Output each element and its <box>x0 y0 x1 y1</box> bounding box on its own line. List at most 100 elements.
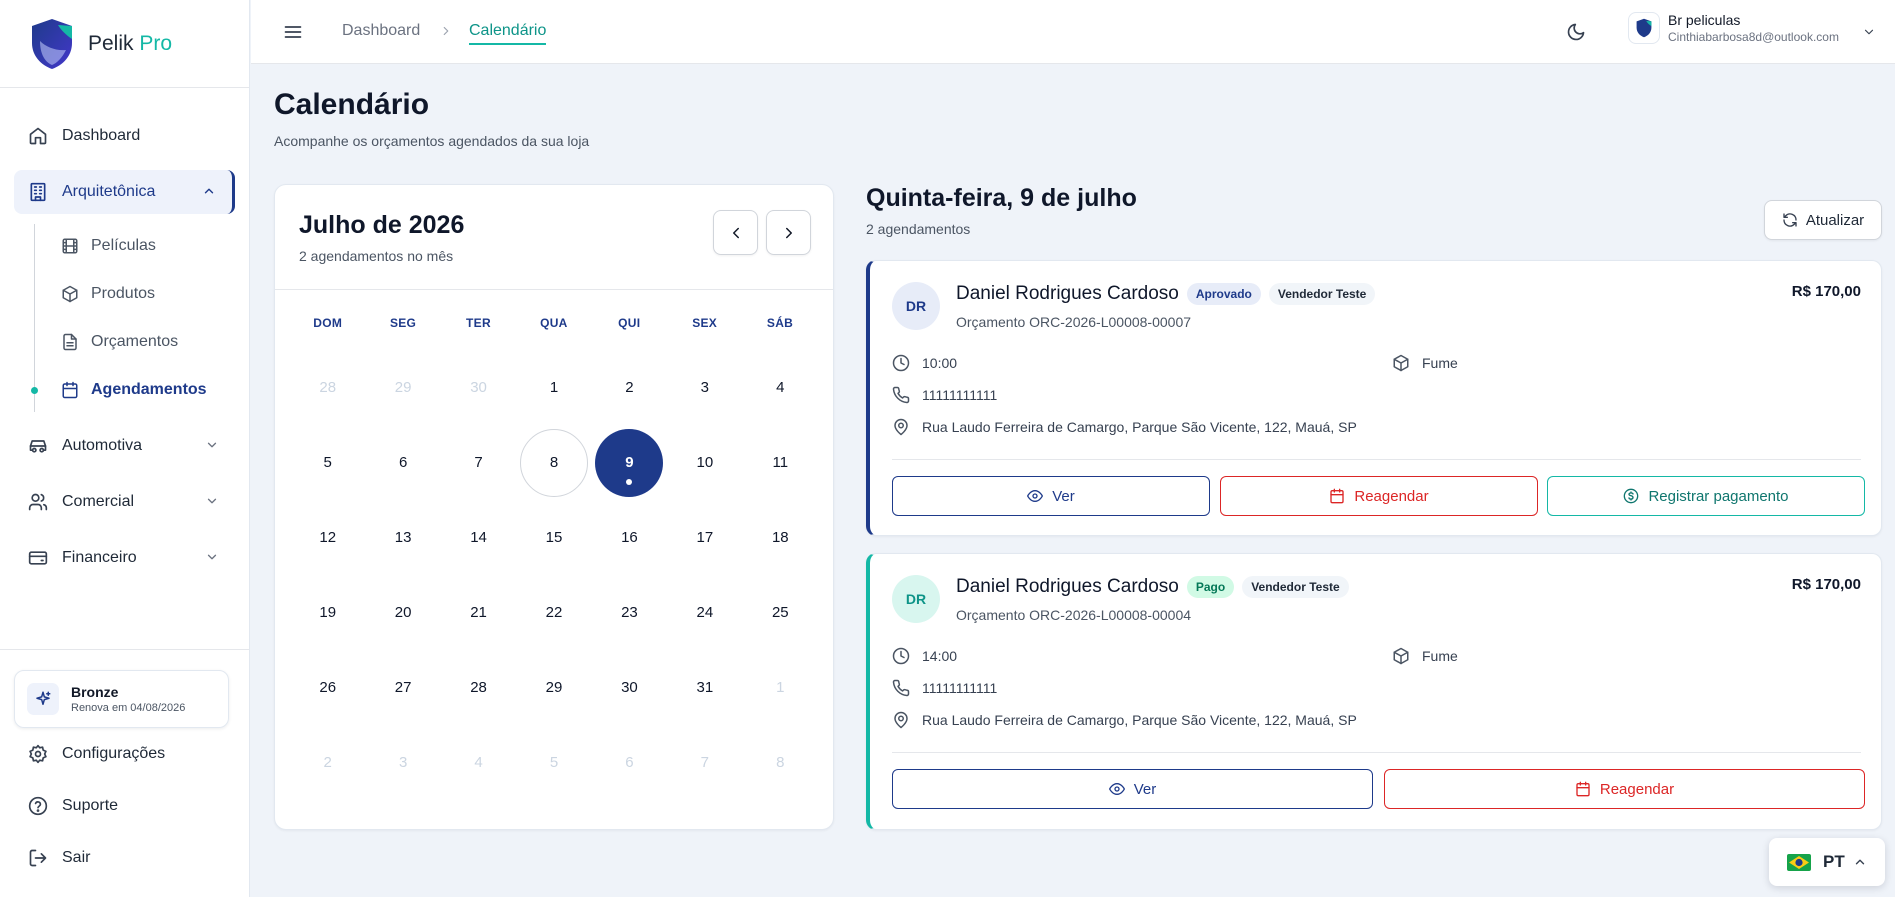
chevron-left-icon <box>732 227 739 238</box>
plan-card[interactable]: Bronze Renova em 04/08/2026 <box>14 670 229 728</box>
calendar-day: 31 <box>667 650 742 725</box>
calendar-day-button[interactable]: 8 <box>519 428 588 497</box>
calendar-day: 3 <box>667 350 742 425</box>
calendar-day-button[interactable]: 31 <box>671 654 739 722</box>
users-icon <box>28 492 48 512</box>
calendar-day-button[interactable]: 14 <box>445 504 513 572</box>
calendar-icon <box>61 381 79 399</box>
calendar-day-button[interactable]: 3 <box>369 729 437 797</box>
calendar-day-button[interactable]: 4 <box>445 729 513 797</box>
user-menu[interactable]: Br peliculas Cinthiabarbosa8d@outlook.co… <box>1628 12 1839 44</box>
chevron-down-icon <box>207 498 217 504</box>
calendar-day-button[interactable]: 9 <box>595 428 664 497</box>
calendar-day-button[interactable]: 2 <box>294 729 362 797</box>
refresh-button[interactable]: Atualizar <box>1764 200 1882 240</box>
home-icon <box>28 126 48 146</box>
sidebar-item-agendamentos[interactable]: Agendamentos <box>31 372 249 408</box>
calendar-day-button[interactable]: 30 <box>595 654 663 722</box>
calendar-day-button[interactable]: 1 <box>520 354 588 422</box>
appointment-phone: 11111111111 <box>892 679 997 697</box>
logout-link[interactable]: Sair <box>0 832 249 884</box>
calendar-day-button[interactable]: 3 <box>671 354 739 422</box>
sidebar-item-comercial[interactable]: Comercial <box>14 480 235 524</box>
calendar-day-button[interactable]: 20 <box>369 579 437 647</box>
calendar-day: 30 <box>441 350 516 425</box>
hamburger-menu-icon[interactable] <box>283 22 303 42</box>
calendar-day-button[interactable]: 25 <box>746 579 814 647</box>
calendar-day-button[interactable]: 28 <box>445 654 513 722</box>
calendar-day: 6 <box>365 425 440 500</box>
calendar-month: Julho de 2026 <box>299 211 465 239</box>
calendar-day-button[interactable]: 15 <box>520 504 588 572</box>
brazil-flag-icon <box>1787 853 1811 871</box>
calendar-day: 15 <box>516 500 591 575</box>
view-button[interactable]: Ver <box>892 476 1210 516</box>
weekday-header: DOM SEG TER QUA QUI SEX SÁB <box>290 316 818 330</box>
calendar-day-button[interactable]: 22 <box>520 579 588 647</box>
sidebar-item-orcamentos[interactable]: Orçamentos <box>35 324 249 360</box>
wallet-icon <box>28 548 48 568</box>
view-button[interactable]: Ver <box>892 769 1373 809</box>
settings-link[interactable]: Configurações <box>0 728 249 780</box>
plan-renewal: Renova em 04/08/2026 <box>71 702 186 714</box>
calendar-day-button[interactable]: 6 <box>595 729 663 797</box>
language-switcher[interactable]: PT <box>1769 838 1885 886</box>
calendar-day-button[interactable]: 27 <box>369 654 437 722</box>
sidebar-item-produtos[interactable]: Produtos <box>35 276 249 312</box>
calendar-day: 4 <box>441 725 516 800</box>
prev-month-button[interactable] <box>713 210 758 255</box>
sidebar-item-financeiro[interactable]: Financeiro <box>14 536 235 580</box>
calendar-day-button[interactable]: 2 <box>595 354 663 422</box>
calendar-day-button[interactable]: 12 <box>294 504 362 572</box>
calendar-day-button[interactable]: 1 <box>746 654 814 722</box>
calendar-day-button[interactable]: 24 <box>671 579 739 647</box>
calendar-day-button[interactable]: 6 <box>369 429 437 497</box>
appointment-card: DR Daniel Rodrigues Cardoso Aprovado Ven… <box>866 260 1882 536</box>
calendar-day-button[interactable]: 21 <box>445 579 513 647</box>
seller-badge: Vendedor Teste <box>1268 283 1376 305</box>
refresh-icon <box>1783 213 1797 227</box>
moon-icon[interactable] <box>1566 22 1586 42</box>
weekday-label: SEX <box>692 316 718 330</box>
calendar-day-button[interactable]: 26 <box>294 654 362 722</box>
calendar-day: 6 <box>592 725 667 800</box>
register-payment-button[interactable]: Registrar pagamento <box>1547 476 1865 516</box>
calendar-day-button[interactable]: 7 <box>445 429 513 497</box>
calendar-day-button[interactable]: 16 <box>595 504 663 572</box>
calendar-day-button[interactable]: 8 <box>746 729 814 797</box>
calendar-day-button[interactable]: 5 <box>294 429 362 497</box>
quote-number: Orçamento ORC-2026-L00008-00007 <box>956 314 1192 330</box>
calendar-day-button[interactable]: 23 <box>595 579 663 647</box>
calendar-day: 18 <box>743 500 818 575</box>
reschedule-button[interactable]: Reagendar <box>1384 769 1865 809</box>
reschedule-button[interactable]: Reagendar <box>1220 476 1538 516</box>
calendar-day-button[interactable]: 29 <box>369 354 437 422</box>
support-link[interactable]: Suporte <box>0 780 249 832</box>
sidebar-item-arquitetonica[interactable]: Arquitetônica <box>14 170 235 214</box>
calendar-day-button[interactable]: 18 <box>746 504 814 572</box>
chevron-down-icon <box>207 554 217 560</box>
appointment-address: Rua Laudo Ferreira de Camargo, Parque Sã… <box>892 711 1357 729</box>
appointment-phone: 11111111111 <box>892 386 997 404</box>
calendar-day-button[interactable]: 11 <box>746 429 814 497</box>
calendar-day-button[interactable]: 7 <box>671 729 739 797</box>
chevron-down-icon[interactable] <box>1862 25 1876 39</box>
eye-icon <box>1027 490 1044 502</box>
calendar-day-button[interactable]: 5 <box>520 729 588 797</box>
calendar-day-button[interactable]: 29 <box>520 654 588 722</box>
sidebar-item-automotiva[interactable]: Automotiva <box>14 424 235 468</box>
building-icon <box>28 182 48 202</box>
calendar-day-button[interactable]: 30 <box>445 354 513 422</box>
brand[interactable]: Pelik Pro <box>0 0 249 88</box>
sidebar-item-dashboard[interactable]: Dashboard <box>14 114 235 158</box>
breadcrumb-dashboard[interactable]: Dashboard <box>342 22 420 40</box>
calendar-day-button[interactable]: 10 <box>671 429 739 497</box>
calendar-day-button[interactable]: 17 <box>671 504 739 572</box>
calendar-day-button[interactable]: 19 <box>294 579 362 647</box>
sidebar-item-peliculas[interactable]: Películas <box>35 228 249 264</box>
logout-icon <box>28 848 48 868</box>
calendar-day-button[interactable]: 13 <box>369 504 437 572</box>
calendar-day-button[interactable]: 28 <box>294 354 362 422</box>
next-month-button[interactable] <box>766 210 811 255</box>
calendar-day-button[interactable]: 4 <box>746 354 814 422</box>
